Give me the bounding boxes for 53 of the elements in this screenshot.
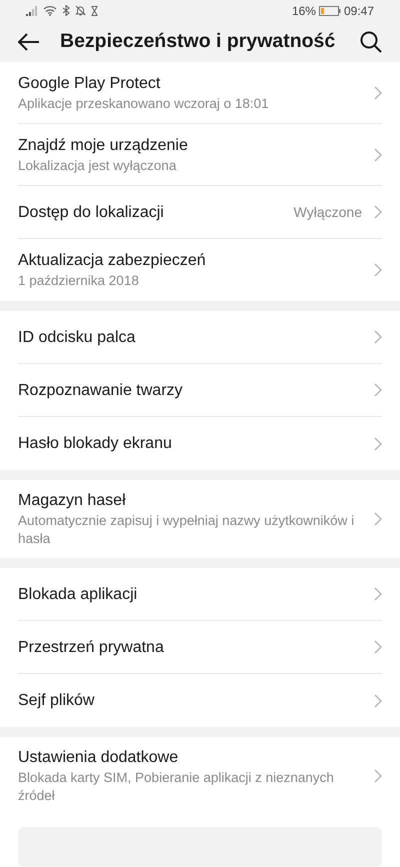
chevron-icon: [374, 694, 382, 708]
bell-off-icon: [75, 5, 86, 16]
settings-item[interactable]: Blokada aplikacji: [18, 568, 382, 621]
item-title: Hasło blokady ekranu: [18, 434, 173, 454]
item-title: Dostęp do lokalizacji: [18, 202, 165, 222]
settings-item[interactable]: Magazyn haseł Automatycznie zapisuj i wypełniaj nazwy użytkowników i hasła: [18, 480, 382, 558]
item-subtitle: Aplikacje przeskanowano wczoraj o 18:01: [18, 94, 270, 112]
item-title: Magazyn haseł: [18, 491, 127, 511]
settings-item[interactable]: Hasło blokady ekranu: [18, 417, 382, 470]
item-subtitle: Blokada karty SIM, Pobieranie aplikacji z nieznanych źródeł: [18, 769, 335, 805]
settings-item[interactable]: Google Play Protect Aplikacje przeskanowano wczoraj o 18:01: [18, 62, 382, 124]
chevron-icon: [374, 263, 382, 277]
chevron-icon: [374, 436, 382, 450]
settings-item[interactable]: Ustawienia dodatkowe Blokada karty SIM, Pobieranie aplikacji z nieznanych źródeł: [18, 737, 382, 815]
settings-item[interactable]: Aktualizacja zabezpieczeń 1 października 2018: [18, 239, 382, 301]
chevron-icon: [374, 640, 382, 654]
chevron-icon: [374, 587, 382, 601]
signal-icon: [26, 6, 38, 16]
battery-percent: 16%: [292, 2, 316, 20]
item-title: Rozpoznawanie twarzy: [18, 380, 184, 400]
clock: 09:47: [344, 2, 374, 20]
chevron-icon: [374, 86, 382, 100]
item-subtitle: Lokalizacja jest wyłączona: [18, 156, 178, 174]
item-title: Znajdź moje urządzenie: [18, 136, 189, 156]
settings-item[interactable]: ID odcisku palca: [18, 311, 382, 364]
settings-item[interactable]: Rozpoznawanie twarzy: [18, 364, 382, 417]
item-title: Ustawienia dodatkowe: [18, 748, 180, 768]
item-subtitle: 1 października 2018: [18, 272, 140, 290]
chevron-icon: [374, 205, 382, 219]
settings-item[interactable]: Przestrzeń prywatna: [18, 621, 382, 674]
item-title: ID odcisku palca: [18, 328, 136, 348]
settings-item[interactable]: Znajdź moje urządzenie Lokalizacja jest wyłączona: [18, 124, 382, 186]
settings-item[interactable]: Dostęp do lokalizacji Wyłączone: [18, 186, 382, 239]
search-icon[interactable]: [360, 30, 382, 53]
item-title: Sejf plików: [18, 691, 96, 711]
item-value: Wyłączone: [294, 202, 362, 222]
chevron-icon: [374, 148, 382, 162]
wifi-icon: [43, 5, 57, 16]
chevron-icon: [374, 512, 382, 526]
page-title: Bezpieczeństwo i prywatność: [60, 28, 336, 54]
battery-icon: [318, 6, 341, 16]
bluetooth-icon: [62, 5, 70, 16]
chevron-icon: [374, 769, 382, 783]
item-title: Aktualizacja zabezpieczeń: [18, 251, 207, 271]
hourglass-icon: [91, 6, 98, 16]
chevron-icon: [374, 330, 382, 344]
chevron-icon: [374, 383, 382, 397]
item-title: Blokada aplikacji: [18, 584, 138, 604]
item-title: Google Play Protect: [18, 74, 162, 94]
settings-item[interactable]: Sejf plików: [18, 674, 382, 727]
back-icon[interactable]: [18, 32, 40, 51]
item-subtitle: Automatycznie zapisuj i wypełniaj nazwy użytkowników i hasła: [18, 512, 356, 548]
item-title: Przestrzeń prywatna: [18, 638, 165, 658]
